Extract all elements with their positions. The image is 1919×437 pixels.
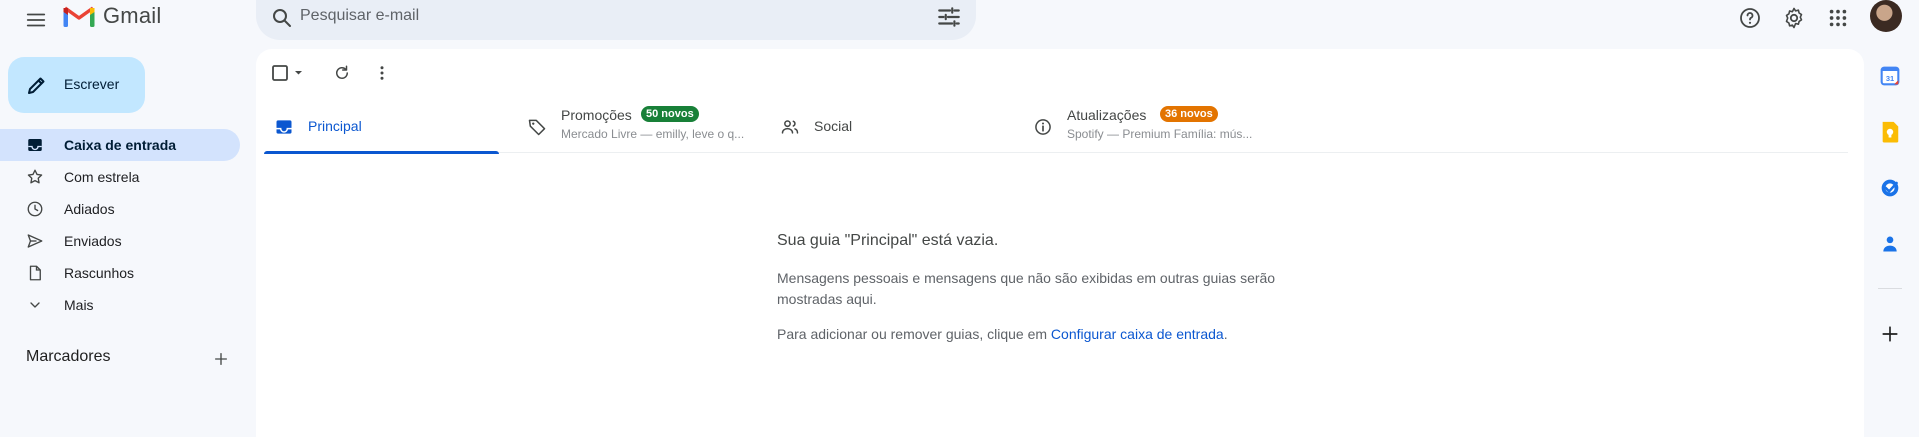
empty-state-title: Sua guia "Principal" está vazia. xyxy=(777,232,999,249)
sidebar-item-more[interactable]: Mais xyxy=(0,289,240,321)
calendar-day: 31 xyxy=(1886,74,1894,83)
gear-icon xyxy=(1785,7,1803,29)
inbox-icon xyxy=(26,136,44,154)
empty-state-body: Mensagens pessoais e mensagens que não s… xyxy=(777,270,1276,307)
search-options-icon[interactable] xyxy=(936,4,962,30)
sidebar-item-label: Adiados xyxy=(64,201,115,217)
keep-icon xyxy=(1882,121,1899,143)
tab-snippet: Spotify — Premium Família: mús... xyxy=(1067,127,1253,141)
tab-label: Promoções xyxy=(561,107,632,123)
checkbox-icon xyxy=(272,65,302,81)
people-icon xyxy=(781,120,799,134)
gmail-wordmark: Gmail xyxy=(103,3,162,28)
gmail-app: Gmail Escrever Caixa de entrada Com estr… xyxy=(0,0,1919,437)
apps-grid-icon xyxy=(1829,9,1847,27)
settings-button[interactable] xyxy=(1780,4,1808,32)
search-input[interactable] xyxy=(300,2,900,30)
category-tabs: Principal Promoções 50 novos Mercado Liv… xyxy=(264,101,1848,154)
sidebar-item-drafts[interactable]: Rascunhos xyxy=(0,257,240,289)
menu-icon xyxy=(26,13,46,27)
main-menu-button[interactable] xyxy=(22,6,50,34)
compose-label: Escrever xyxy=(64,76,120,92)
info-icon xyxy=(1035,119,1051,135)
main-panel: Principal Promoções 50 novos Mercado Liv… xyxy=(256,49,1864,437)
calendar-icon: 31 xyxy=(1880,66,1900,86)
sidebar-item-inbox[interactable]: Caixa de entrada xyxy=(0,129,240,161)
refresh-button[interactable] xyxy=(330,61,354,85)
refresh-icon xyxy=(336,65,348,79)
contacts-button[interactable] xyxy=(1878,232,1902,256)
sidebar-item-label: Mais xyxy=(64,297,94,313)
tasks-icon xyxy=(1881,179,1899,197)
more-vertical-icon xyxy=(380,66,384,80)
inbox-icon xyxy=(276,120,292,134)
tab-snippet: Mercado Livre — emilly, leve o q... xyxy=(561,127,745,141)
cta-suffix: . xyxy=(1223,326,1228,342)
active-tab-indicator xyxy=(264,151,499,154)
support-button[interactable] xyxy=(1736,4,1764,32)
tab-social[interactable]: Social xyxy=(770,101,1000,153)
create-label-button[interactable] xyxy=(210,348,232,370)
empty-state: Sua guia "Principal" está vazia. Mensage… xyxy=(777,232,1317,359)
get-addons-button[interactable] xyxy=(1878,322,1902,346)
keep-button[interactable] xyxy=(1878,120,1902,144)
labels-heading: Marcadores xyxy=(26,348,111,365)
compose-button[interactable]: Escrever xyxy=(8,57,145,113)
clock-icon xyxy=(26,200,44,218)
google-apps-button[interactable] xyxy=(1824,4,1852,32)
sidebar-item-starred[interactable]: Com estrela xyxy=(0,161,240,193)
send-icon xyxy=(26,232,44,250)
new-count-badge: 50 novos xyxy=(641,106,699,122)
tab-atualizacoes[interactable]: Atualizações 36 novos Spotify — Premium … xyxy=(1023,101,1263,153)
cta-prefix: Para adicionar ou remover guias, clique … xyxy=(777,326,1051,342)
sidebar-item-label: Enviados xyxy=(64,233,122,249)
sidebar-item-label: Rascunhos xyxy=(64,265,135,281)
tasks-button[interactable] xyxy=(1878,176,1902,200)
sidebar-item-label: Caixa de entrada xyxy=(64,137,177,153)
plus-icon xyxy=(1882,326,1898,342)
empty-state-cta: Para adicionar ou remover guias, clique … xyxy=(777,324,1317,345)
account-avatar[interactable] xyxy=(1870,0,1902,32)
tab-principal[interactable]: Principal xyxy=(264,101,499,154)
tab-label: Social xyxy=(814,118,853,134)
sidebar-item-snoozed[interactable]: Adiados xyxy=(0,193,240,225)
select-all-checkbox[interactable] xyxy=(270,61,306,85)
star-icon xyxy=(26,168,44,186)
tab-promocoes[interactable]: Promoções 50 novos Mercado Livre — emill… xyxy=(517,101,747,153)
contacts-icon xyxy=(1883,236,1897,252)
configure-inbox-link[interactable]: Configurar caixa de entrada xyxy=(1051,326,1224,342)
sidebar-item-label: Com estrela xyxy=(64,169,140,185)
tag-icon xyxy=(528,119,546,136)
pencil-icon xyxy=(28,77,45,94)
gmail-logo-icon xyxy=(63,6,95,27)
side-panel-divider xyxy=(1878,288,1902,289)
more-options-button[interactable] xyxy=(370,61,394,85)
tab-label: Principal xyxy=(308,118,362,134)
search-bar[interactable] xyxy=(256,0,976,40)
chevron-down-icon xyxy=(26,296,44,314)
sidebar-nav: Caixa de entrada Com estrela Adiados Env… xyxy=(0,129,240,321)
gmail-logo[interactable]: Gmail xyxy=(63,3,161,29)
sidebar-item-sent[interactable]: Enviados xyxy=(0,225,240,257)
calendar-button[interactable]: 31 xyxy=(1878,64,1902,88)
help-icon xyxy=(1740,8,1760,28)
draft-file-icon xyxy=(26,264,44,282)
tab-label: Atualizações xyxy=(1067,107,1147,123)
search-icon[interactable] xyxy=(270,6,294,30)
new-count-badge: 36 novos xyxy=(1160,106,1218,122)
plus-icon xyxy=(215,353,227,365)
